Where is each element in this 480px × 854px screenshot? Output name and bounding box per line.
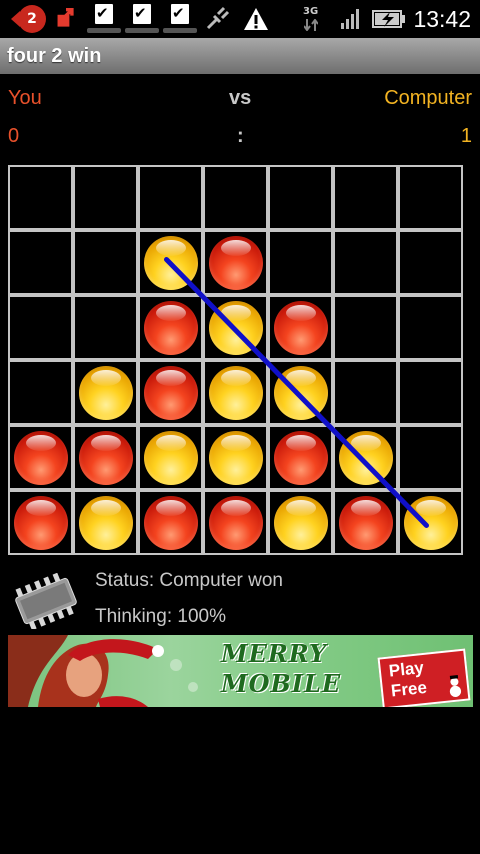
game-status-text: Status: Computer won	[95, 570, 283, 591]
ad-brand-logo: MERRY MOBILE	[221, 639, 342, 698]
warning-icon	[244, 8, 268, 30]
network-type-label: 3G	[303, 6, 319, 17]
score-separator: :	[237, 125, 244, 147]
ad-character-image	[8, 635, 198, 707]
battery-charging-icon	[372, 10, 405, 28]
task-check-icon	[125, 4, 159, 33]
task-check-icon	[163, 4, 197, 33]
winning-line-stroke	[164, 257, 429, 528]
thinking-progress-text: Thinking: 100%	[95, 606, 226, 627]
clock: 13:42	[413, 6, 471, 32]
system-status-bar: 2 3G 13:42	[0, 0, 480, 38]
notification-count-badge[interactable]: 2	[11, 5, 46, 33]
snowman-icon	[449, 675, 462, 697]
player-label: You	[8, 87, 42, 109]
cpu-chip-icon	[15, 573, 77, 629]
computer-label: Computer	[384, 87, 472, 109]
task-check-icon	[87, 4, 121, 33]
app-title-bar: four 2 win	[0, 38, 480, 74]
app-title: four 2 win	[7, 45, 102, 67]
usb-debug-icon	[206, 6, 230, 30]
ad-cta-line2: Free	[390, 677, 428, 701]
versus-label: vs	[229, 87, 252, 109]
player-score: 0	[8, 125, 20, 147]
ad-play-free-button[interactable]: Play Free	[377, 648, 471, 707]
ad-banner[interactable]: MERRY MOBILE Play Free	[8, 635, 473, 707]
data-arrows-icon	[304, 19, 318, 31]
winning-line	[164, 257, 429, 528]
game-board[interactable]	[8, 165, 463, 555]
upload-icon	[57, 8, 74, 27]
signal-strength-icon	[341, 9, 359, 29]
computer-score: 1	[460, 125, 472, 147]
